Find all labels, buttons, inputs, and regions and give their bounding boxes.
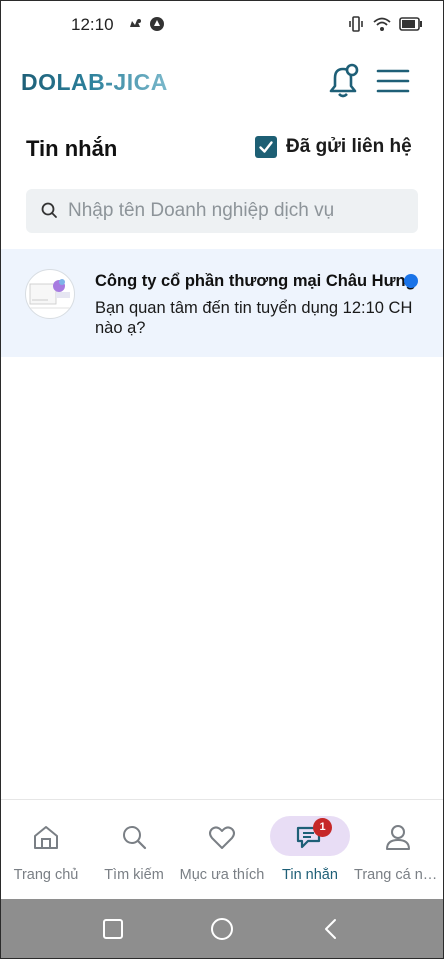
app-logo: DOLAB-JICA xyxy=(21,69,168,95)
conversation-preview: Bạn quan tâm đến tin tuyển dụng 12:10 CH… xyxy=(95,299,413,337)
sent-contact-label: Đã gửi liên hệ xyxy=(286,136,412,157)
heart-icon xyxy=(209,826,235,849)
home-icon xyxy=(34,826,58,849)
menu-button[interactable] xyxy=(375,63,411,99)
search-input[interactable] xyxy=(68,200,408,222)
nav-label-home: Trang chủ xyxy=(13,867,79,883)
phone-screen: 12:10 DOLAB-JICA Tin nhắn Đã gửi liên hệ… xyxy=(1,1,443,958)
menu-icon xyxy=(376,69,410,93)
nav-item-profile[interactable]: Trang cá nhân xyxy=(354,816,442,896)
unread-indicator xyxy=(404,274,418,288)
nav-label-favorites: Mục ưa thích xyxy=(179,867,265,883)
status-right-icons xyxy=(347,15,423,33)
wifi-icon xyxy=(373,17,391,31)
unread-badge: 1 xyxy=(313,818,332,837)
nav-label-search: Tìm kiếm xyxy=(104,867,164,883)
search-icon xyxy=(41,202,57,218)
notification-button[interactable] xyxy=(323,61,363,101)
status-bar: 12:10 xyxy=(1,1,443,49)
bottom-navigation: Trang chủ Tìm kiếm Mục ưa thích 1 Tin nh… xyxy=(1,799,443,899)
nav-label-profile: Trang cá nhân xyxy=(354,867,442,883)
circle-app-icon xyxy=(150,17,164,31)
nav-label-messages: Tin nhắn xyxy=(282,867,338,883)
nav-item-search[interactable]: Tìm kiếm xyxy=(90,816,178,896)
back-icon[interactable] xyxy=(319,917,343,941)
conversation-item[interactable]: Công ty cổ phần thương mại Châu Hưng Bạn… xyxy=(1,249,443,357)
search-box[interactable] xyxy=(26,189,418,233)
status-time: 12:10 xyxy=(71,15,114,34)
nav-item-messages[interactable]: 1 Tin nhắn xyxy=(266,816,354,896)
status-left-icons xyxy=(127,16,165,32)
company-logo-icon xyxy=(29,279,70,309)
notification-icon xyxy=(130,19,141,27)
recent-apps-icon[interactable] xyxy=(101,917,125,941)
battery-icon xyxy=(399,17,422,31)
system-navigation-bar xyxy=(1,899,443,958)
nav-item-home[interactable]: Trang chủ xyxy=(2,816,90,896)
search-icon xyxy=(123,826,147,850)
home-button-icon[interactable] xyxy=(210,917,234,941)
app-bar: DOLAB-JICA xyxy=(1,53,443,109)
company-avatar xyxy=(25,269,75,319)
conversation-name: Công ty cổ phần thương mại Châu Hưng xyxy=(95,272,416,290)
user-icon xyxy=(386,825,410,850)
check-icon xyxy=(259,141,273,153)
bell-icon xyxy=(329,63,359,98)
sent-contact-checkbox[interactable] xyxy=(255,136,277,158)
page-title: Tin nhắn xyxy=(26,136,118,161)
nav-item-favorites[interactable]: Mục ưa thích xyxy=(178,816,266,896)
sent-contact-filter[interactable]: Đã gửi liên hệ xyxy=(255,136,412,158)
vibrate-icon xyxy=(349,16,363,32)
